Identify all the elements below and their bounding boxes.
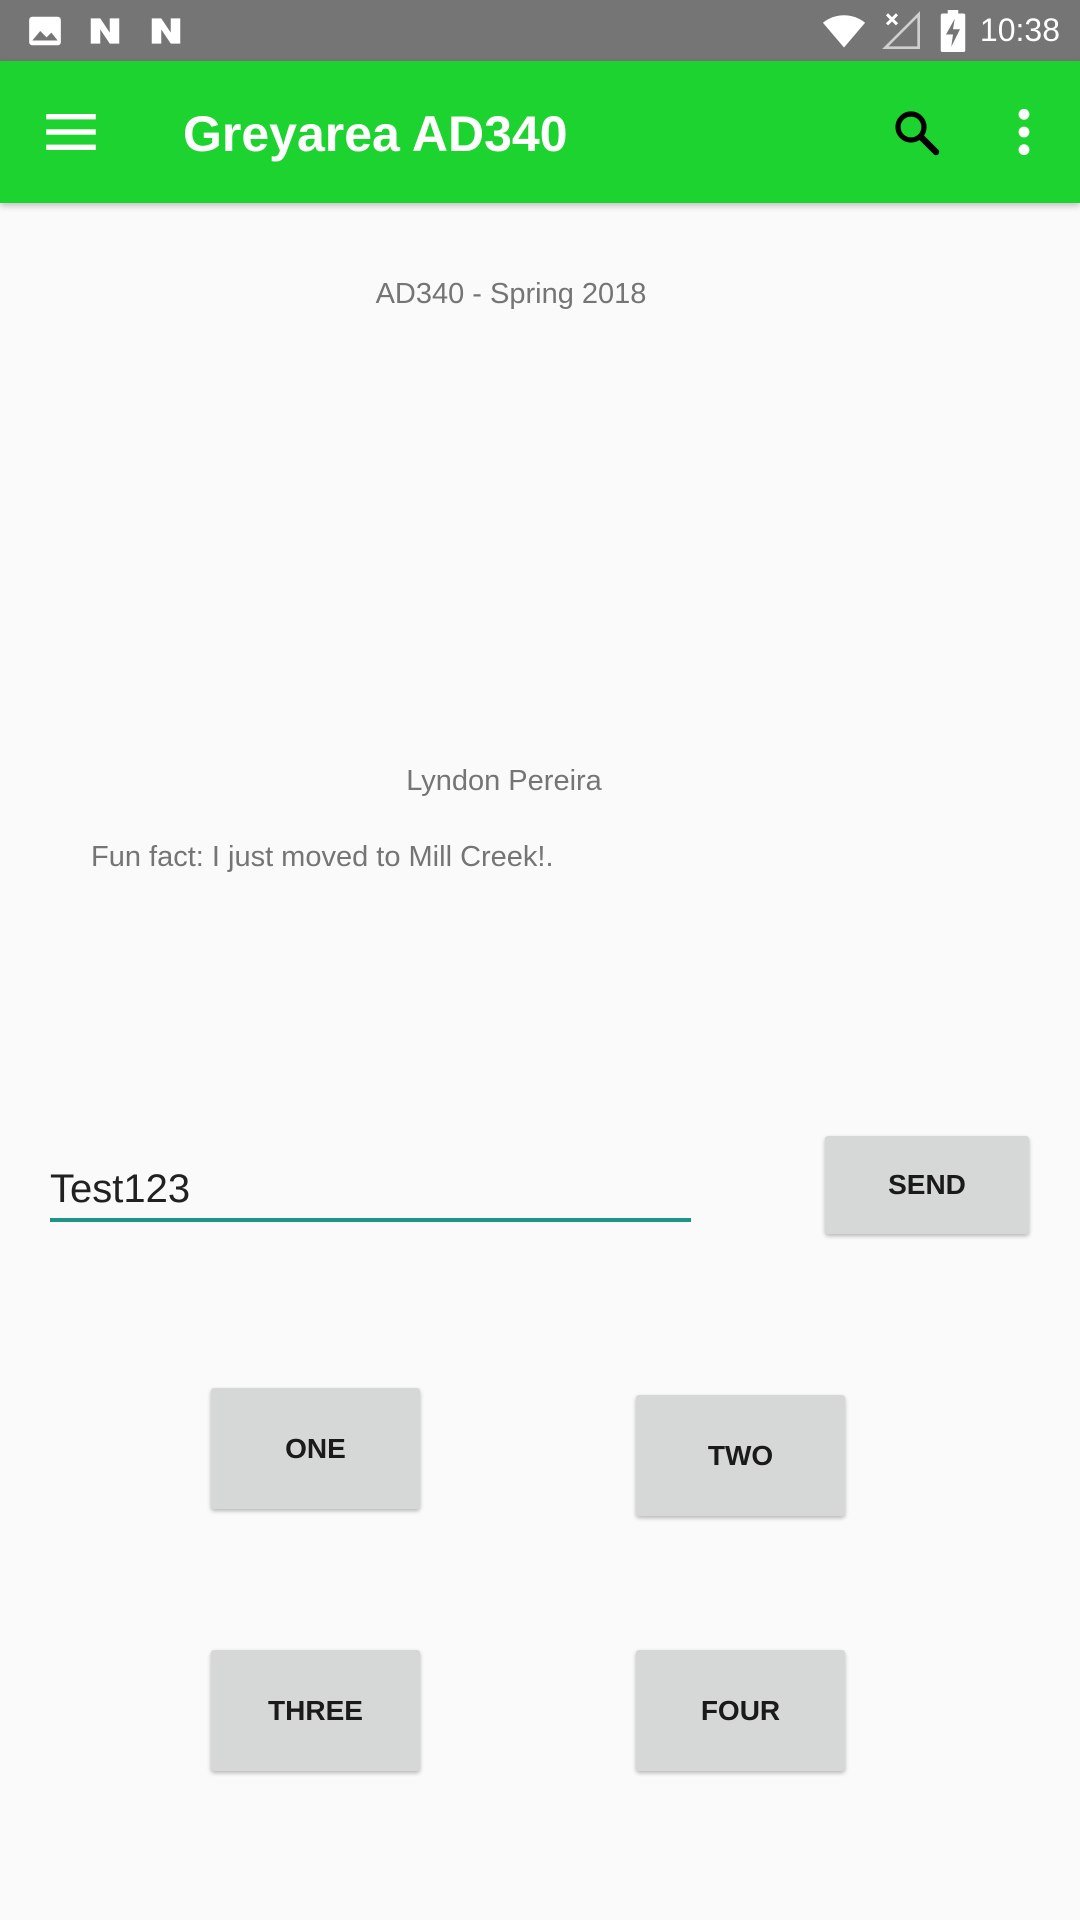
menu-icon[interactable] [44,109,98,155]
app-bar: Greyarea AD340 [0,61,1080,203]
message-input[interactable] [50,1160,691,1222]
two-button[interactable]: TWO [636,1395,845,1516]
image-icon [29,16,61,46]
fun-fact-text: Fun fact: I just moved to Mill Creek!. [91,841,554,873]
n-notification-icon [90,18,120,44]
wifi-icon [822,15,866,48]
cell-signal-off-icon [882,11,920,49]
more-vert-icon[interactable] [1010,107,1038,157]
app-title: Greyarea AD340 [183,106,568,162]
battery-charging-icon [940,10,966,52]
four-button[interactable]: FOUR [636,1650,845,1771]
author-name: Lyndon Pereira [406,765,602,797]
course-label: AD340 - Spring 2018 [375,278,647,310]
status-bar: 10:38 [0,0,1080,61]
n-notification-icon [151,18,181,44]
send-button[interactable]: SEND [825,1136,1029,1234]
one-button[interactable]: ONE [211,1388,420,1509]
three-button[interactable]: THREE [211,1650,420,1771]
status-time: 10:38 [979,12,1060,48]
search-icon[interactable] [892,108,940,156]
